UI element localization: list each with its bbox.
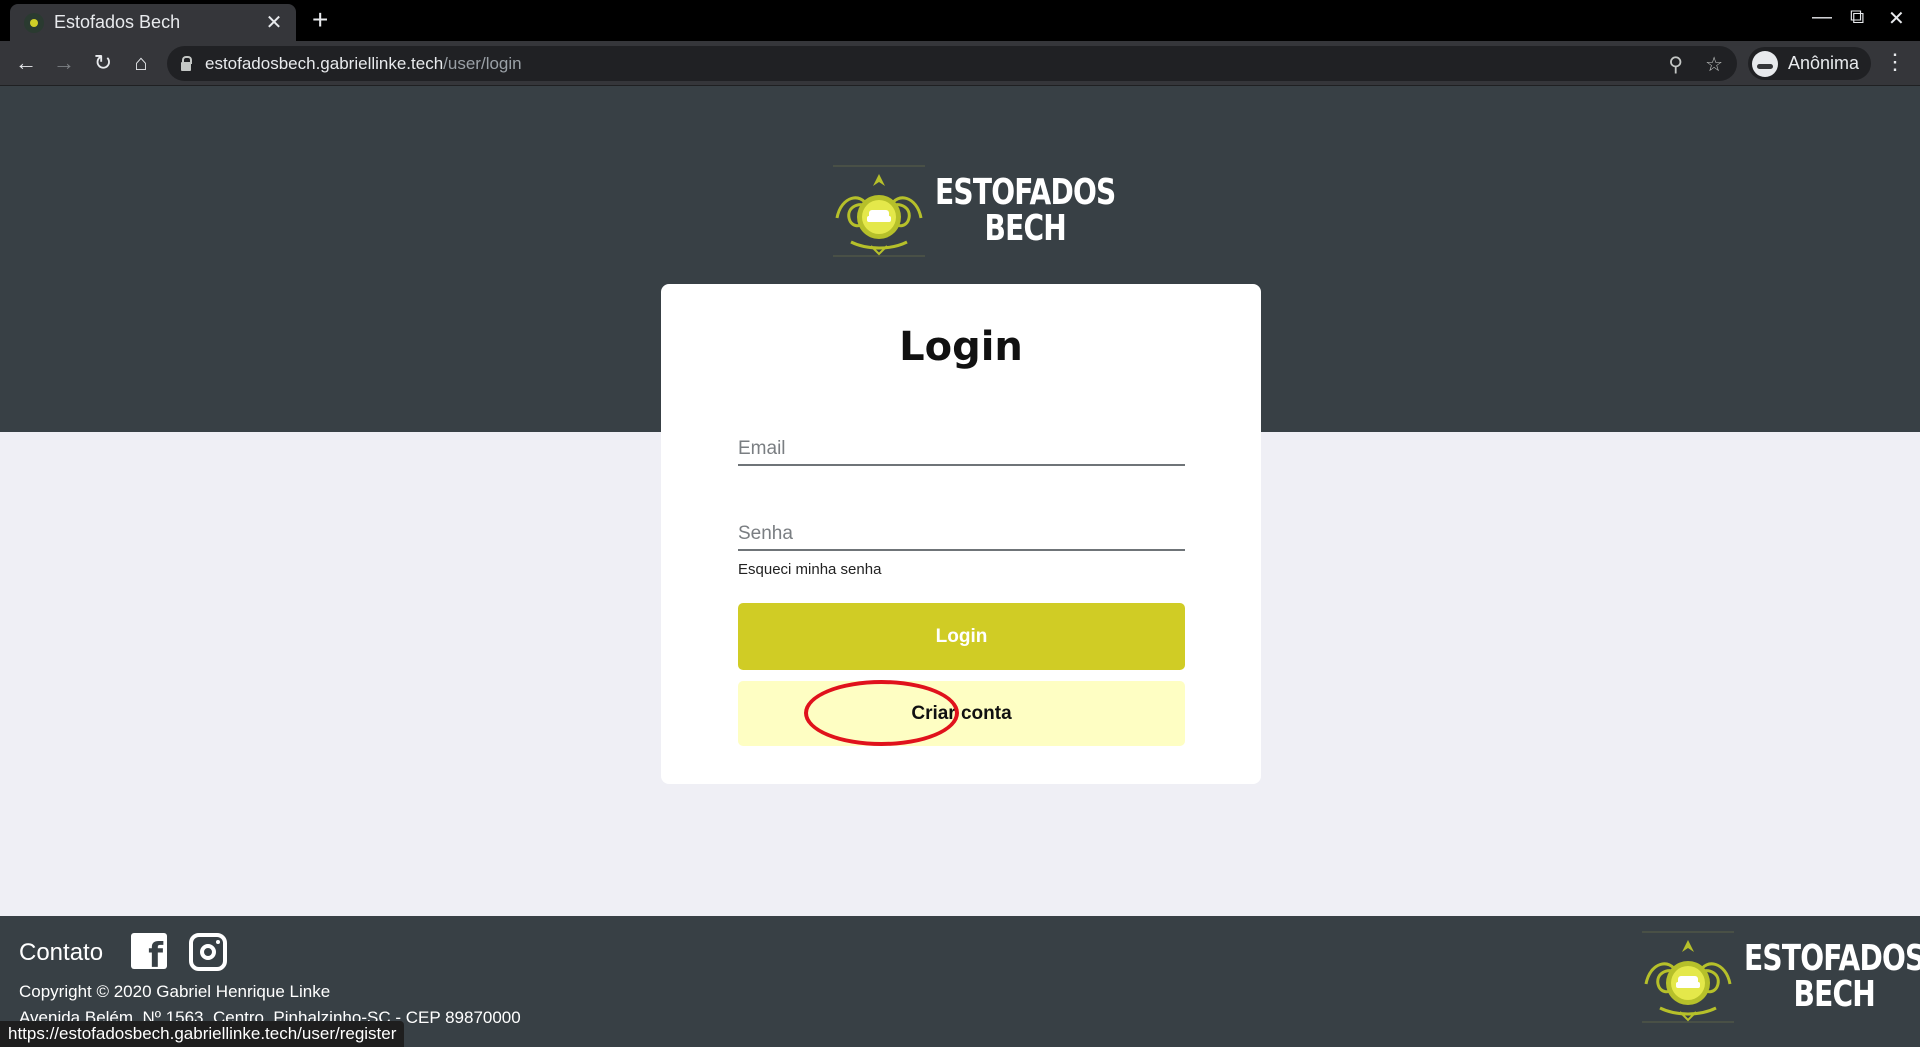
login-card: Login Esqueci minha senha Login Criar co… <box>661 284 1261 784</box>
footer-brand-logo: ESTOFADOS BECH <box>1636 928 1920 1026</box>
create-account-button[interactable]: Criar conta <box>738 681 1185 746</box>
footer-sofa-emblem-icon <box>1642 931 1734 1023</box>
browser-tab[interactable]: Estofados Bech ✕ <box>10 4 296 41</box>
brand-line-2: BECH <box>984 208 1067 249</box>
forward-icon[interactable]: → <box>50 49 78 77</box>
close-window-icon[interactable]: ✕ <box>1888 6 1905 31</box>
close-tab-icon[interactable]: ✕ <box>264 10 284 35</box>
copyright-text: Copyright © 2020 Gabriel Henrique Linke <box>19 982 331 1001</box>
brand-logo: ESTOFADOS BECH <box>827 162 1166 260</box>
minimize-icon[interactable]: — <box>1812 6 1832 29</box>
login-title: Login <box>899 324 1023 370</box>
back-icon[interactable]: ← <box>12 49 40 77</box>
key-icon[interactable]: ⚲ <box>1668 52 1683 77</box>
favicon-icon <box>24 12 44 33</box>
new-tab-button[interactable]: + <box>312 6 328 34</box>
instagram-icon[interactable] <box>189 933 227 971</box>
forgot-password-link[interactable]: Esqueci minha senha <box>738 561 881 578</box>
sofa-emblem-icon <box>833 165 925 257</box>
reload-icon[interactable]: ↻ <box>89 49 117 77</box>
footer-brand-line-1: ESTOFADOS <box>1744 938 1920 979</box>
password-field-wrapper <box>738 509 1185 551</box>
email-field-wrapper <box>738 424 1185 466</box>
facebook-icon[interactable]: f <box>131 933 167 969</box>
footer-brand-line-2: BECH <box>1793 974 1876 1015</box>
incognito-icon <box>1752 50 1778 77</box>
url-path: /user/login <box>443 53 522 73</box>
browser-tab-strip: Estofados Bech ✕ + — ⧉ ✕ <box>0 0 1920 41</box>
browser-menu-icon[interactable]: ⋮ <box>1884 49 1906 75</box>
brand-line-1: ESTOFADOS <box>935 172 1116 213</box>
restore-icon[interactable]: ⧉ <box>1850 6 1864 29</box>
incognito-profile-button[interactable]: Anônima <box>1748 47 1872 80</box>
contact-label: Contato <box>19 939 104 966</box>
home-icon[interactable]: ⌂ <box>127 49 155 77</box>
email-input[interactable] <box>738 424 1185 464</box>
url-host: estofadosbech.gabriellinke.tech <box>205 53 444 73</box>
login-button[interactable]: Login <box>738 603 1185 670</box>
lock-icon <box>181 55 192 71</box>
address-bar[interactable]: estofadosbech.gabriellinke.tech/user/log… <box>167 46 1737 81</box>
link-status-bar: https://estofadosbech.gabriellinke.tech/… <box>0 1021 405 1047</box>
browser-toolbar: ← → ↻ ⌂ estofadosbech.gabriellinke.tech /… <box>0 41 1920 86</box>
profile-label: Anônima <box>1788 53 1860 73</box>
password-input[interactable] <box>738 509 1185 549</box>
tab-title: Estofados Bech <box>54 12 181 32</box>
star-icon[interactable]: ☆ <box>1705 52 1723 77</box>
